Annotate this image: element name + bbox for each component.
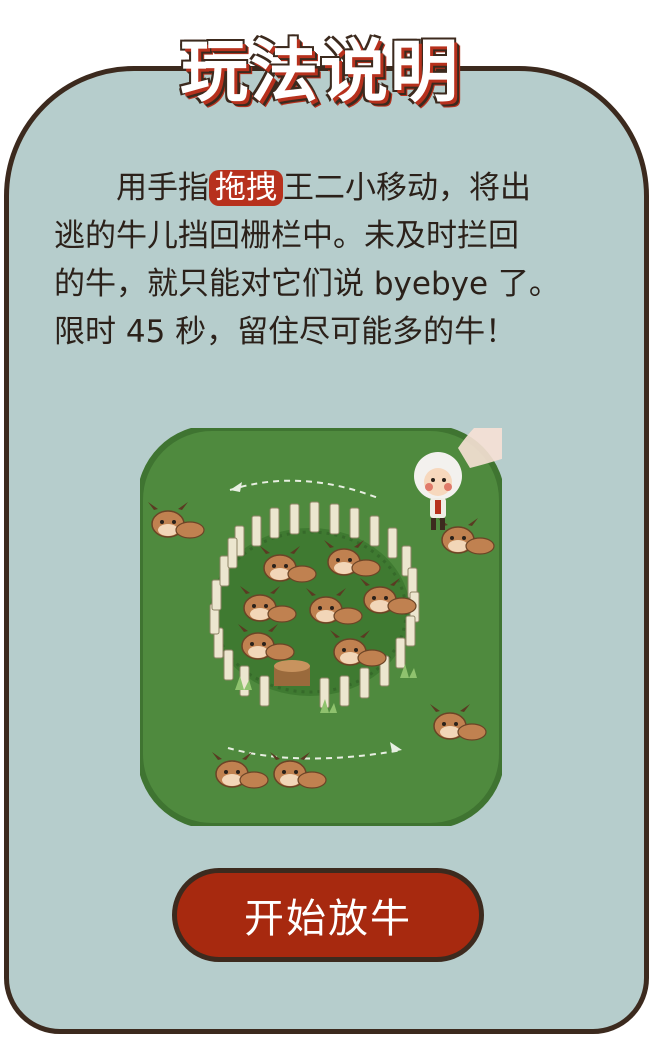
instructions-line4: 限时 45 秒，留住尽可能多的牛！ [54, 314, 517, 350]
instructions-part2: 王二小移动，将出 [283, 170, 531, 206]
page-title: 玩法说明 [179, 32, 460, 112]
start-button[interactable]: 开始放牛 [172, 868, 484, 962]
instructions-line2: 逃的牛儿挡回栅栏中。未及时拦回 [54, 218, 519, 254]
start-button-label: 开始放牛 [244, 896, 412, 942]
game-illustration [140, 428, 502, 826]
instructions-text: 用手指 拖拽 王二小移动，将出 逃的牛儿挡回栅栏中。未及时拦回 的牛，就只能对它们说… [54, 164, 614, 356]
instructions-part1: 用手指 [116, 170, 209, 206]
title-banner: 玩法说明 [130, 6, 510, 124]
drag-highlight: 拖拽 [209, 170, 283, 206]
instructions-line3: 的牛，就只能对它们说 byebye 了。 [54, 266, 560, 302]
